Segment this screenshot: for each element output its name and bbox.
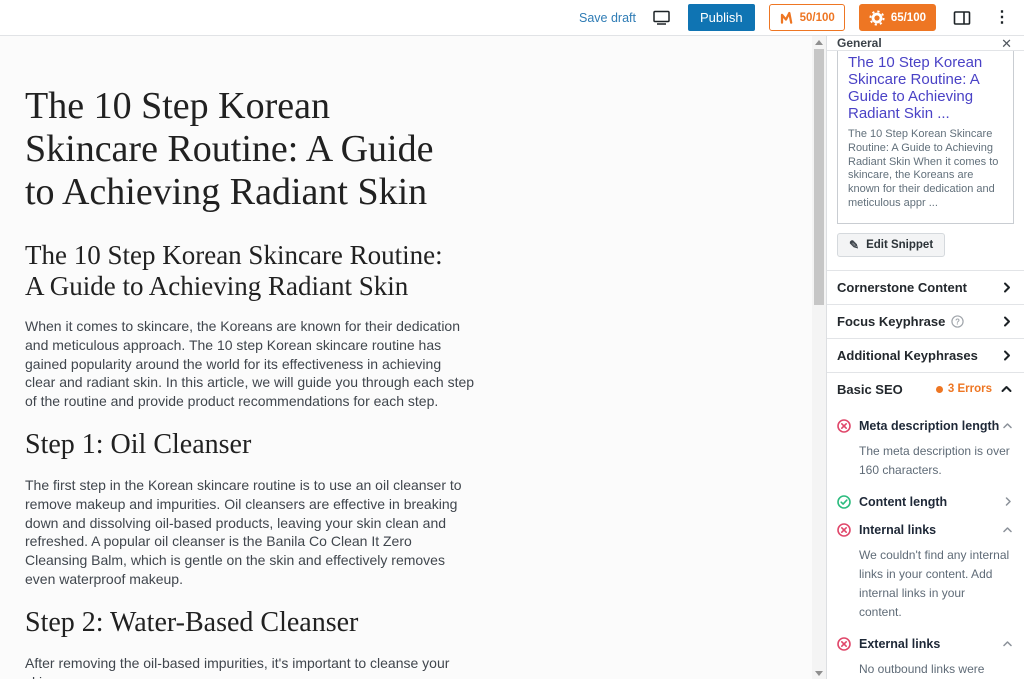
save-draft-button[interactable]: Save draft bbox=[579, 11, 636, 25]
snippet-title-link[interactable]: The 10 Step Korean Skincare Routine: A G… bbox=[848, 54, 1003, 122]
editor-canvas[interactable]: The 10 Step Korean Skincare Routine: A G… bbox=[0, 36, 826, 679]
step2-heading[interactable]: Step 2: Water-Based Cleanser bbox=[25, 607, 478, 639]
chevron-up-icon bbox=[1001, 384, 1012, 394]
seo-sidebar: General ✕ The 10 Step Korean Skincare Ro… bbox=[826, 36, 1024, 679]
caret-up-icon bbox=[1003, 640, 1012, 648]
section-label: Additional Keyphrases bbox=[837, 347, 978, 363]
seo-score-value: 65/100 bbox=[890, 11, 926, 24]
editor-window: Save draft Publish 50/100 65/100 ⋮ The 1… bbox=[0, 0, 1024, 679]
error-circle-icon bbox=[837, 636, 851, 651]
step2-paragraph[interactable]: After removing the oil-based impurities,… bbox=[25, 654, 475, 679]
section-cornerstone-content[interactable]: Cornerstone Content bbox=[827, 269, 1024, 304]
chevron-right-icon bbox=[1002, 282, 1012, 293]
caret-up-icon bbox=[1003, 526, 1012, 534]
help-icon[interactable]: ? bbox=[951, 315, 965, 328]
check-label: Meta description length bbox=[859, 418, 1000, 433]
section-label: Basic SEO bbox=[837, 381, 903, 397]
scrollbar-up-arrow-icon[interactable] bbox=[812, 36, 826, 48]
post-document: The 10 Step Korean Skincare Routine: A G… bbox=[0, 36, 478, 679]
section-label: Cornerstone Content bbox=[837, 279, 967, 295]
seo-score-button[interactable]: 65/100 bbox=[858, 4, 936, 31]
check-content-length[interactable]: Content length bbox=[837, 488, 1014, 516]
caret-right-icon bbox=[1004, 497, 1012, 507]
scrollbar-down-arrow-icon[interactable] bbox=[812, 667, 826, 679]
error-dot-icon bbox=[935, 385, 943, 393]
rank-math-score-button[interactable]: 50/100 bbox=[768, 4, 845, 31]
check-label: Content length bbox=[859, 494, 948, 509]
more-options-kebab-icon[interactable]: ⋮ bbox=[988, 9, 1016, 26]
error-circle-icon bbox=[837, 522, 851, 537]
check-message: We couldn't find any internal links in y… bbox=[859, 547, 1010, 619]
chevron-right-icon bbox=[1002, 350, 1012, 361]
check-label: Internal links bbox=[859, 522, 937, 537]
check-message: The meta description is over 160 charact… bbox=[859, 443, 1010, 477]
scrollbar-thumb[interactable] bbox=[814, 49, 824, 305]
rank-math-logo-icon bbox=[779, 10, 794, 25]
close-icon[interactable]: ✕ bbox=[1001, 37, 1012, 50]
snippet-preview[interactable]: The 10 Step Korean Skincare Routine: A G… bbox=[837, 51, 1014, 224]
edit-snippet-button[interactable]: ✎ Edit Snippet bbox=[837, 232, 946, 257]
check-external-links[interactable]: External links bbox=[837, 630, 1014, 658]
check-message: No outbound links were found. Link out t… bbox=[859, 661, 985, 676]
sidebar-header: General ✕ bbox=[827, 36, 1024, 51]
pass-check-circle-icon bbox=[837, 494, 851, 509]
step1-heading[interactable]: Step 1: Oil Cleanser bbox=[25, 429, 478, 461]
snippet-description: The 10 Step Korean Skincare Routine: A G… bbox=[848, 128, 999, 209]
editor-toolbar: Save draft Publish 50/100 65/100 ⋮ bbox=[0, 0, 1024, 36]
sidebar-title: General bbox=[837, 36, 882, 50]
pencil-icon: ✎ bbox=[849, 237, 860, 252]
check-internal-links[interactable]: Internal links bbox=[837, 516, 1014, 544]
settings-sidebar-toggle-icon[interactable] bbox=[950, 6, 974, 30]
post-heading-duplicate-title[interactable]: The 10 Step Korean Skincare Routine: A G… bbox=[25, 240, 445, 302]
preview-monitor-icon[interactable] bbox=[650, 6, 674, 30]
caret-up-icon bbox=[1003, 422, 1012, 430]
rank-math-score-value: 50/100 bbox=[799, 11, 835, 24]
svg-text:?: ? bbox=[955, 317, 960, 326]
edit-snippet-label: Edit Snippet bbox=[866, 238, 934, 251]
section-label: Focus Keyphrase bbox=[837, 313, 946, 329]
canvas-scrollbar[interactable] bbox=[812, 36, 826, 679]
intro-paragraph[interactable]: When it comes to skincare, the Koreans a… bbox=[25, 317, 475, 411]
chevron-right-icon bbox=[1002, 316, 1012, 327]
section-additional-keyphrases[interactable]: Additional Keyphrases bbox=[827, 337, 1024, 372]
basic-seo-checks: Meta description length The meta descrip… bbox=[827, 406, 1024, 679]
step1-paragraph[interactable]: The first step in the Korean skincare ro… bbox=[25, 476, 475, 589]
check-meta-description-length[interactable]: Meta description length bbox=[837, 412, 1014, 440]
section-basic-seo[interactable]: Basic SEO 3 Errors bbox=[827, 371, 1024, 406]
post-title[interactable]: The 10 Step Korean Skincare Routine: A G… bbox=[25, 85, 465, 214]
error-count-badge: 3 Errors bbox=[935, 383, 992, 395]
error-circle-icon bbox=[837, 418, 851, 433]
check-label: External links bbox=[859, 636, 941, 651]
gear-icon bbox=[869, 9, 885, 26]
section-focus-keyphrase[interactable]: Focus Keyphrase ? bbox=[827, 303, 1024, 338]
publish-button[interactable]: Publish bbox=[687, 4, 755, 31]
